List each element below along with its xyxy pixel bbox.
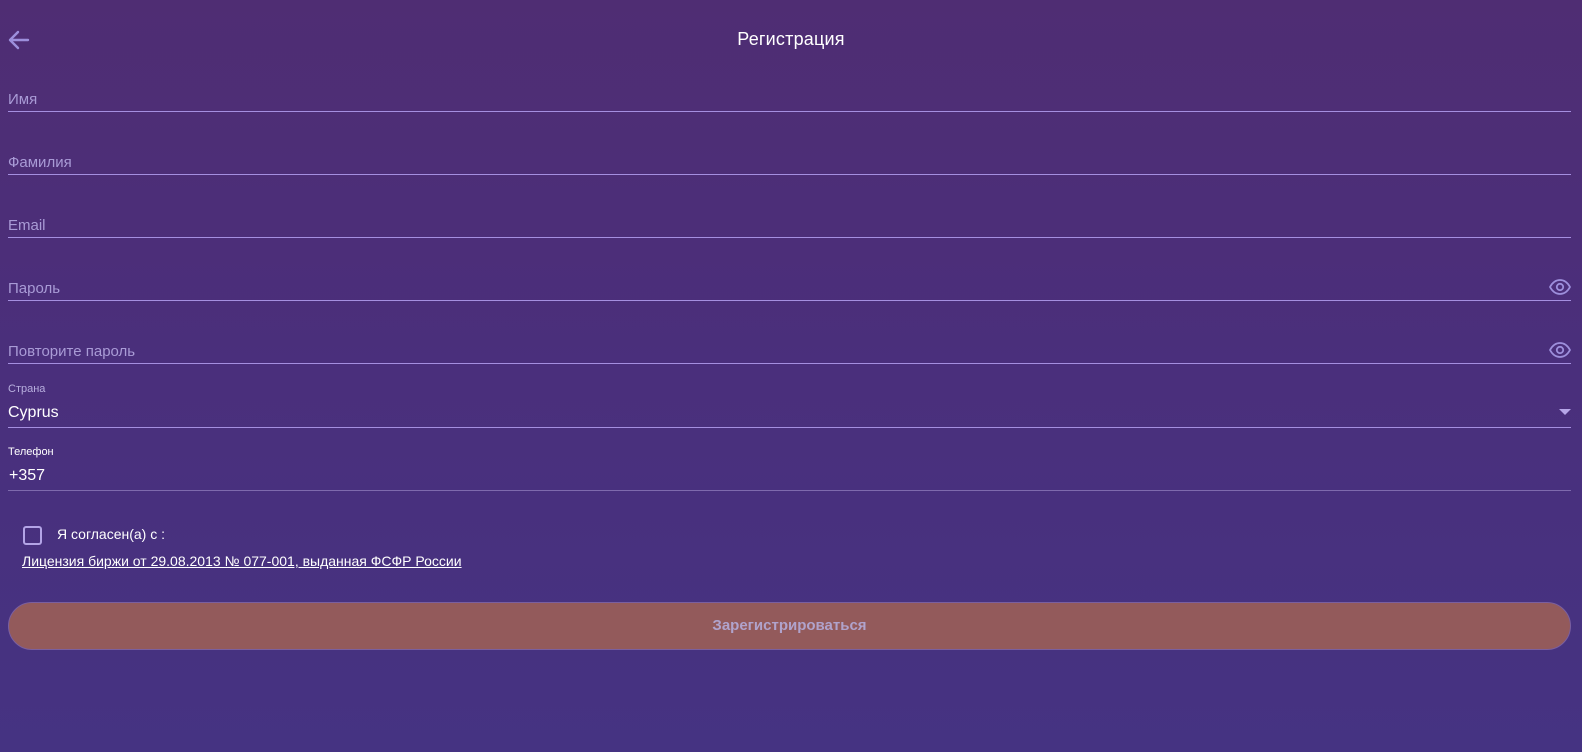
register-button[interactable]: Зарегистрироваться [8, 602, 1571, 650]
agree-checkbox[interactable] [23, 526, 42, 545]
email-placeholder: Email [8, 217, 46, 234]
first-name-field[interactable]: Имя [8, 84, 1571, 112]
country-value: Cyprus [8, 404, 59, 421]
password-placeholder: Пароль [8, 280, 61, 297]
eye-icon[interactable] [1549, 342, 1571, 358]
first-name-placeholder: Имя [8, 91, 38, 108]
agree-label: Я согласен(а) с : [57, 526, 165, 542]
phone-value: +357 [9, 467, 46, 484]
last-name-field[interactable]: Фамилия [8, 147, 1571, 175]
header: Регистрация [0, 0, 1582, 80]
password-field[interactable]: Пароль [8, 273, 1571, 301]
repeat-password-placeholder: Повторите пароль [8, 343, 136, 360]
country-label: Страна [8, 383, 46, 395]
phone-label: Телефон [8, 446, 54, 458]
page-title: Регистрация [737, 29, 845, 49]
country-select[interactable]: Страна Cyprus [8, 383, 1571, 428]
last-name-placeholder: Фамилия [8, 154, 72, 171]
repeat-password-field[interactable]: Повторите пароль [8, 336, 1571, 364]
chevron-down-icon[interactable] [1559, 409, 1571, 415]
eye-icon[interactable] [1549, 279, 1571, 295]
email-field[interactable]: Email [8, 210, 1571, 238]
phone-field[interactable]: Телефон +357 [8, 446, 1571, 491]
license-link[interactable]: Лицензия биржи от 29.08.2013 № 077-001, … [22, 553, 462, 569]
